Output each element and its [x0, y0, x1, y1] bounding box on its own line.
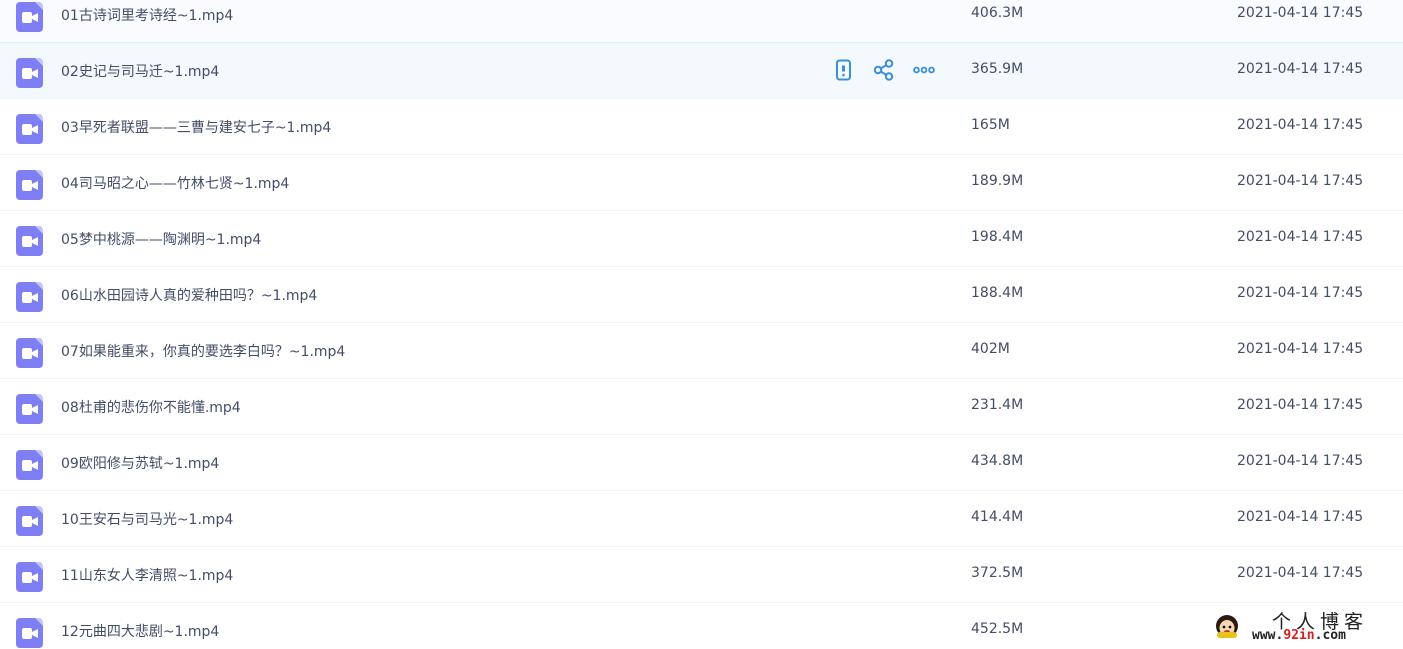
file-name[interactable]: 12元曲四大悲剧~1.mp4	[61, 621, 219, 641]
file-date: 2021-04-14 17:45	[1237, 397, 1364, 413]
video-file-icon	[16, 450, 43, 480]
file-row[interactable]: 02史记与司马迁~1.mp4 365.9M 2021-04-14 17:45	[0, 43, 1403, 99]
file-name[interactable]: 11山东女人李清照~1.mp4	[61, 565, 233, 585]
video-file-icon	[16, 114, 43, 144]
file-date: 2021-04-14 17:45	[1237, 229, 1364, 245]
file-row[interactable]: 11山东女人李清照~1.mp4 372.5M 2021-04-14 17:45	[0, 547, 1403, 603]
file-size: 365.9M	[971, 61, 1024, 77]
video-file-icon	[16, 394, 43, 424]
blog-watermark: 个人博客 www.92in.com	[1212, 607, 1402, 647]
file-size: 165M	[971, 117, 1010, 133]
file-date: 2021-04-14 17:45	[1237, 5, 1364, 21]
watermark-url-suffix: .com	[1314, 628, 1346, 643]
file-name[interactable]: 06山水田园诗人真的爱种田吗？~1.mp4	[61, 285, 317, 305]
watermark-url-prefix: www.	[1252, 628, 1284, 643]
mobile-phone-icon[interactable]	[833, 59, 855, 81]
cartoon-avatar-icon	[1216, 615, 1238, 638]
video-file-icon	[16, 562, 43, 592]
file-size: 414.4M	[971, 509, 1024, 525]
file-row[interactable]: 08杜甫的悲伤你不能懂.mp4 231.4M 2021-04-14 17:45	[0, 379, 1403, 435]
file-size: 402M	[971, 341, 1010, 357]
file-size: 406.3M	[971, 5, 1024, 21]
video-file-icon	[16, 58, 43, 88]
file-size: 434.8M	[971, 453, 1024, 469]
watermark-url-accent: 92in	[1283, 628, 1315, 643]
file-name[interactable]: 10王安石与司马光~1.mp4	[61, 509, 233, 529]
file-size: 231.4M	[971, 397, 1024, 413]
file-name[interactable]: 05梦中桃源——陶渊明~1.mp4	[61, 229, 261, 249]
watermark-url: www.92in.com	[1252, 628, 1346, 643]
file-size: 189.9M	[971, 173, 1024, 189]
file-date: 2021-04-14 17:45	[1237, 173, 1364, 189]
file-row[interactable]: 05梦中桃源——陶渊明~1.mp4 198.4M 2021-04-14 17:4…	[0, 211, 1403, 267]
file-row[interactable]: 04司马昭之心——竹林七贤~1.mp4 189.9M 2021-04-14 17…	[0, 155, 1403, 211]
video-file-icon	[16, 506, 43, 536]
file-row[interactable]: 03早死者联盟——三曹与建安七子~1.mp4 165M 2021-04-14 1…	[0, 99, 1403, 155]
file-date: 2021-04-14 17:45	[1237, 117, 1364, 133]
file-date: 2021-04-14 17:45	[1237, 285, 1364, 301]
file-row[interactable]: 06山水田园诗人真的爱种田吗？~1.mp4 188.4M 2021-04-14 …	[0, 267, 1403, 323]
file-name[interactable]: 04司马昭之心——竹林七贤~1.mp4	[61, 173, 289, 193]
file-name[interactable]: 03早死者联盟——三曹与建安七子~1.mp4	[61, 117, 331, 137]
file-size: 188.4M	[971, 285, 1024, 301]
file-size: 198.4M	[971, 229, 1024, 245]
video-file-icon	[16, 338, 43, 368]
video-file-icon	[16, 2, 43, 32]
file-size: 452.5M	[971, 621, 1024, 637]
share-icon[interactable]	[873, 59, 895, 81]
file-row[interactable]: 10王安石与司马光~1.mp4 414.4M 2021-04-14 17:45	[0, 491, 1403, 547]
file-row[interactable]: 07如果能重来，你真的要选李白吗？~1.mp4 402M 2021-04-14 …	[0, 323, 1403, 379]
video-file-icon	[16, 282, 43, 312]
file-name[interactable]: 08杜甫的悲伤你不能懂.mp4	[61, 397, 241, 417]
file-row[interactable]: 12元曲四大悲剧~1.mp4 452.5M	[0, 603, 1403, 649]
file-date: 2021-04-14 17:45	[1237, 453, 1364, 469]
file-date: 2021-04-14 17:45	[1237, 565, 1364, 581]
video-file-icon	[16, 618, 43, 648]
file-date: 2021-04-14 17:45	[1237, 61, 1364, 77]
file-name[interactable]: 02史记与司马迁~1.mp4	[61, 61, 219, 81]
video-file-icon	[16, 170, 43, 200]
file-row[interactable]: 09欧阳修与苏轼~1.mp4 434.8M 2021-04-14 17:45	[0, 435, 1403, 491]
file-name[interactable]: 01古诗词里考诗经~1.mp4	[61, 5, 233, 25]
file-size: 372.5M	[971, 565, 1024, 581]
file-row[interactable]: 01古诗词里考诗经~1.mp4 406.3M 2021-04-14 17:45	[0, 0, 1403, 43]
file-date: 2021-04-14 17:45	[1237, 509, 1364, 525]
video-file-icon	[16, 226, 43, 256]
more-dots-icon[interactable]	[913, 59, 935, 81]
file-name[interactable]: 09欧阳修与苏轼~1.mp4	[61, 453, 219, 473]
file-rows: 01古诗词里考诗经~1.mp4 406.3M 2021-04-14 17:45 …	[0, 0, 1403, 649]
file-name[interactable]: 07如果能重来，你真的要选李白吗？~1.mp4	[61, 341, 345, 361]
file-list: 01古诗词里考诗经~1.mp4 406.3M 2021-04-14 17:45 …	[0, 0, 1403, 649]
file-date: 2021-04-14 17:45	[1237, 341, 1364, 357]
